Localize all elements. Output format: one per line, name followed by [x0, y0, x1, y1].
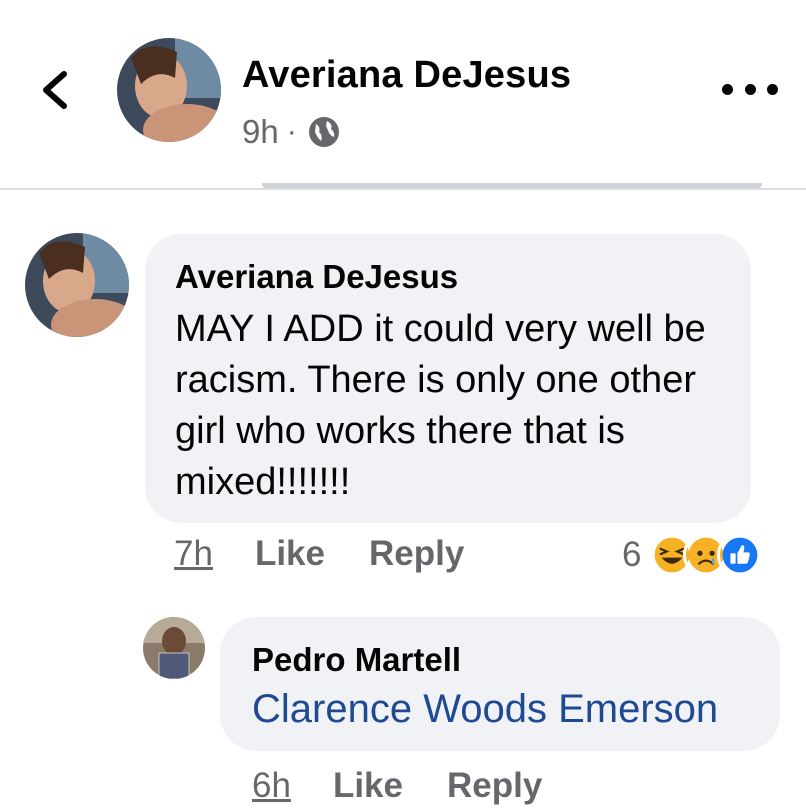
like-button[interactable]: Like: [255, 534, 325, 574]
post-header: Averiana DeJesus 9h ·: [0, 0, 806, 190]
reply-like-button[interactable]: Like: [333, 766, 403, 806]
author-avatar[interactable]: [117, 38, 221, 142]
reply-bubble[interactable]: Pedro Martell Clarence Woods Emerson: [220, 617, 780, 751]
more-dots-icon[interactable]: [722, 74, 778, 104]
dot: [744, 83, 756, 95]
header-divider: [0, 188, 806, 190]
reply-time[interactable]: 6h: [252, 766, 291, 806]
comment-actions: 7h Like Reply: [174, 534, 508, 574]
reaction-summary[interactable]: 6: [622, 532, 764, 578]
post-time[interactable]: 9h: [242, 113, 279, 151]
reply-reply-button[interactable]: Reply: [447, 766, 542, 806]
chevron-left-icon[interactable]: [34, 66, 78, 114]
like-thumb-icon: [717, 532, 764, 578]
reply-actions: 6h Like Reply: [252, 766, 586, 806]
dot: [722, 83, 733, 95]
comment-bubble[interactable]: Averiana DeJesus MAY I ADD it could very…: [145, 234, 751, 523]
comment-text: MAY I ADD it could very well be racism. …: [175, 308, 706, 503]
commenter-avatar[interactable]: [25, 233, 129, 337]
meta-separator: ·: [286, 115, 297, 148]
mention-link[interactable]: Clarence Woods Emerson: [252, 687, 718, 732]
replier-avatar[interactable]: [143, 617, 205, 679]
comment-thread-view: Averiana DeJesus 9h · Averiana DeJesus M…: [0, 0, 806, 812]
author-name[interactable]: Averiana DeJesus: [242, 54, 571, 97]
commenter-name[interactable]: Averiana DeJesus: [175, 258, 458, 296]
post-meta: 9h ·: [242, 113, 341, 151]
reply-button[interactable]: Reply: [369, 534, 464, 574]
globe-icon: [307, 115, 341, 149]
replier-name[interactable]: Pedro Martell: [252, 641, 461, 679]
dot: [767, 83, 778, 95]
comment-time[interactable]: 7h: [174, 534, 213, 574]
reaction-count: 6: [622, 535, 642, 574]
